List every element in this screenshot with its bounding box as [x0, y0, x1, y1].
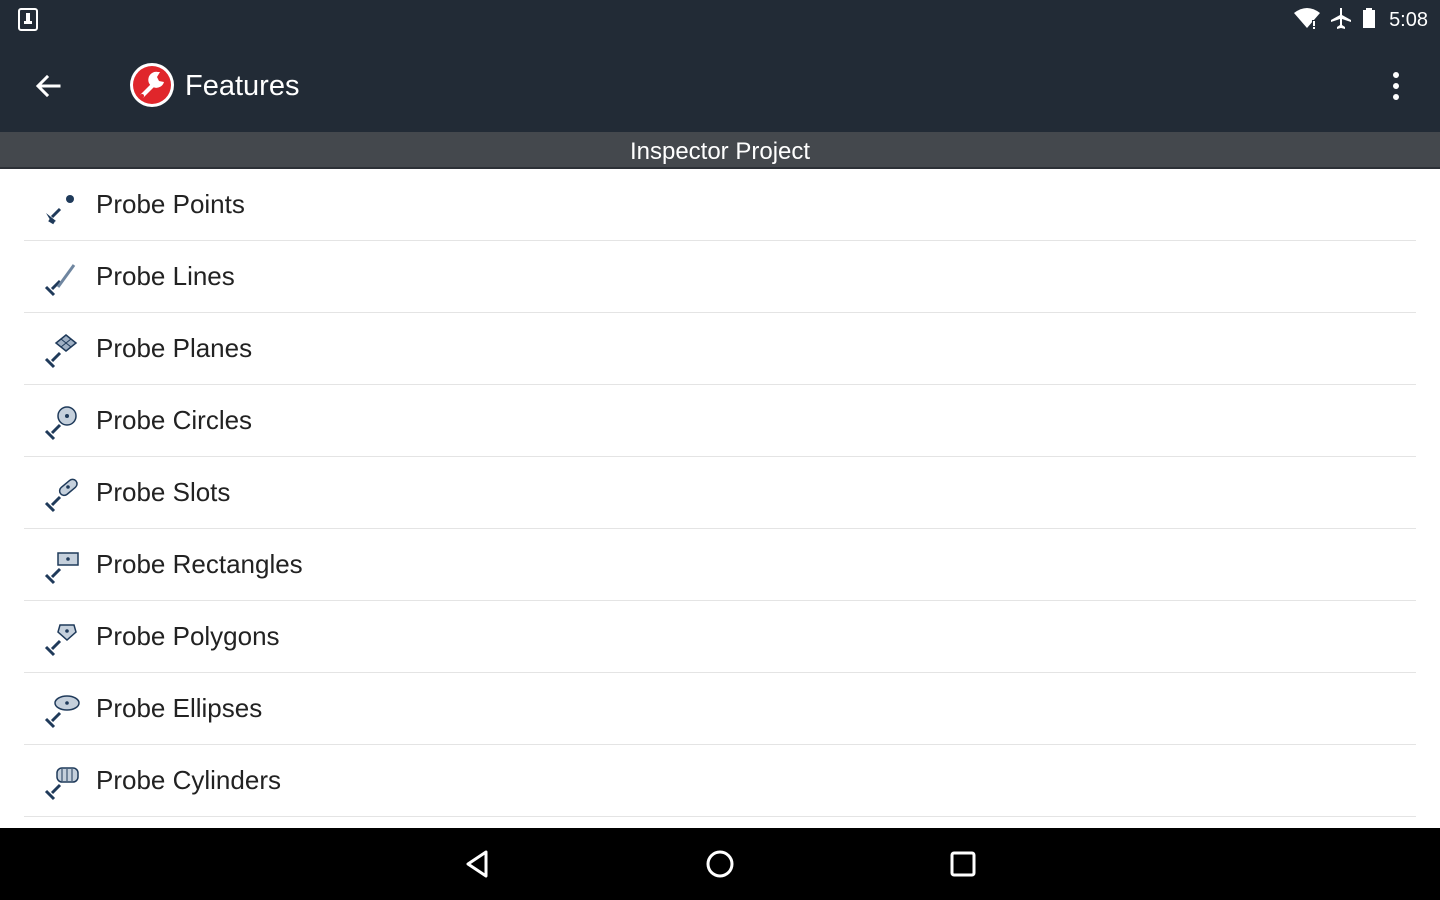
battery-icon: [1361, 6, 1377, 35]
system-nav-bar: [0, 828, 1440, 900]
item-label: Probe Polygons: [96, 621, 280, 651]
probe-points-icon: [40, 187, 80, 227]
arrow-left-icon: [35, 74, 61, 98]
wifi-icon: [1293, 6, 1321, 35]
status-icons: 5:08: [1293, 4, 1428, 36]
nav-recents-button[interactable]: [939, 840, 987, 888]
probe-cylinders-icon: [40, 763, 80, 803]
item-label: Probe Planes: [96, 333, 253, 363]
project-header: Inspector Project: [0, 132, 1440, 169]
probe-circles-icon: [40, 403, 80, 443]
list-item-probe-rectangles[interactable]: Probe Rectangles: [24, 529, 1416, 601]
status-bar: 5:08: [0, 0, 1440, 40]
more-vert-icon: [1393, 72, 1399, 100]
back-button[interactable]: [24, 62, 72, 110]
nav-back-button[interactable]: [454, 840, 502, 888]
item-label: Probe Circles: [96, 405, 253, 435]
item-label: Probe Points: [96, 189, 245, 219]
probe-rectangles-icon: [40, 547, 80, 587]
probe-polygons-icon: [40, 619, 80, 659]
list-item-probe-polygons[interactable]: Probe Polygons: [24, 601, 1416, 673]
app-bar: Features: [0, 40, 1440, 132]
list-item-probe-cylinders[interactable]: Probe Cylinders: [24, 745, 1416, 817]
app-logo-icon: [128, 61, 176, 109]
list-item-probe-planes[interactable]: Probe Planes: [24, 313, 1416, 385]
item-label: Probe Lines: [96, 261, 235, 291]
item-label: Probe Rectangles: [96, 549, 303, 579]
nav-back-icon: [466, 850, 488, 878]
list-item-probe-points[interactable]: Probe Points: [24, 169, 1416, 241]
item-label: Probe Slots: [96, 477, 231, 507]
nav-home-button[interactable]: [696, 840, 744, 888]
project-name: Inspector Project: [629, 138, 811, 165]
list-item-probe-circles[interactable]: Probe Circles: [24, 385, 1416, 457]
probe-lines-icon: [40, 259, 80, 299]
probe-slots-icon: [40, 475, 80, 515]
nav-home-icon: [706, 850, 734, 878]
list-item-probe-lines[interactable]: Probe Lines: [24, 241, 1416, 313]
airplane-mode-icon: [1329, 6, 1353, 35]
page-title: Features: [185, 70, 300, 102]
status-time: 5:08: [1389, 8, 1428, 31]
probe-planes-icon: [40, 331, 80, 371]
screen: 5:08 Features Inspector Project Probe Po…: [0, 0, 1440, 900]
list-item-probe-ellipses[interactable]: Probe Ellipses: [24, 673, 1416, 745]
sim-card-icon: [16, 7, 40, 31]
item-label: Probe Ellipses: [96, 693, 263, 723]
features-list: Probe Points Probe Lines Probe Planes Pr…: [0, 169, 1440, 828]
overflow-menu-button[interactable]: [1372, 62, 1420, 110]
nav-recents-icon: [950, 851, 976, 877]
list-item-probe-slots[interactable]: Probe Slots: [24, 457, 1416, 529]
probe-ellipses-icon: [40, 691, 80, 731]
item-label: Probe Cylinders: [96, 765, 281, 795]
